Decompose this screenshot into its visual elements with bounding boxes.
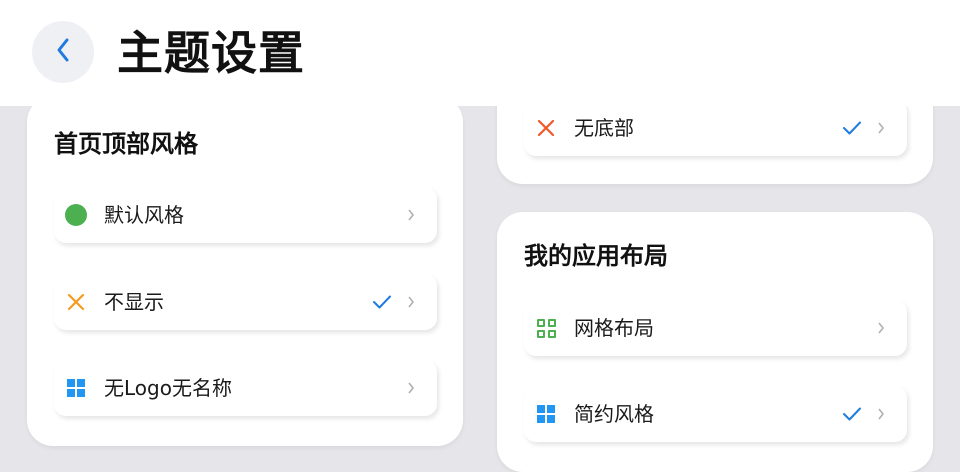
option-label: 网格布局 bbox=[574, 316, 654, 340]
red-x-icon bbox=[534, 116, 558, 140]
chevron-right-icon bbox=[405, 207, 417, 223]
option-label: 无Logo无名称 bbox=[104, 376, 232, 400]
option-label: 无底部 bbox=[574, 116, 634, 140]
option-default-style[interactable]: 默认风格 bbox=[54, 187, 437, 243]
option-label: 简约风格 bbox=[574, 402, 654, 426]
option-no-logo-no-name[interactable]: 无Logo无名称 bbox=[54, 360, 437, 416]
page-title: 主题设置 bbox=[117, 26, 305, 80]
option-simple-style[interactable]: 简约风格 bbox=[524, 386, 907, 442]
option-label: 不显示 bbox=[104, 290, 164, 314]
chevron-right-icon bbox=[405, 380, 417, 396]
option-no-bottom[interactable]: 无底部 bbox=[524, 100, 907, 156]
chevron-right-icon bbox=[875, 120, 887, 136]
card-title: 首页顶部风格 bbox=[54, 130, 198, 158]
back-button[interactable] bbox=[32, 21, 94, 83]
app-layout-card: 我的应用布局 网格布局 简约风格 bbox=[497, 212, 933, 472]
check-icon bbox=[841, 117, 863, 139]
green-dot-icon bbox=[64, 203, 88, 227]
chevron-right-icon bbox=[875, 406, 887, 422]
check-icon bbox=[841, 403, 863, 425]
blue-windows-icon bbox=[64, 376, 88, 400]
check-icon bbox=[371, 291, 393, 313]
chevron-left-icon bbox=[55, 37, 71, 67]
blue-windows-icon bbox=[534, 402, 558, 426]
grid-icon bbox=[534, 316, 558, 340]
orange-x-icon bbox=[64, 290, 88, 314]
card-title: 我的应用布局 bbox=[524, 242, 668, 270]
chevron-right-icon bbox=[875, 320, 887, 336]
top-style-card: 首页顶部风格 默认风格 不显示 无Logo无名称 bbox=[27, 96, 463, 446]
header-bar: 主题设置 bbox=[0, 0, 960, 106]
option-label: 默认风格 bbox=[104, 203, 184, 227]
chevron-right-icon bbox=[405, 294, 417, 310]
option-grid-layout[interactable]: 网格布局 bbox=[524, 300, 907, 356]
option-hide[interactable]: 不显示 bbox=[54, 274, 437, 330]
